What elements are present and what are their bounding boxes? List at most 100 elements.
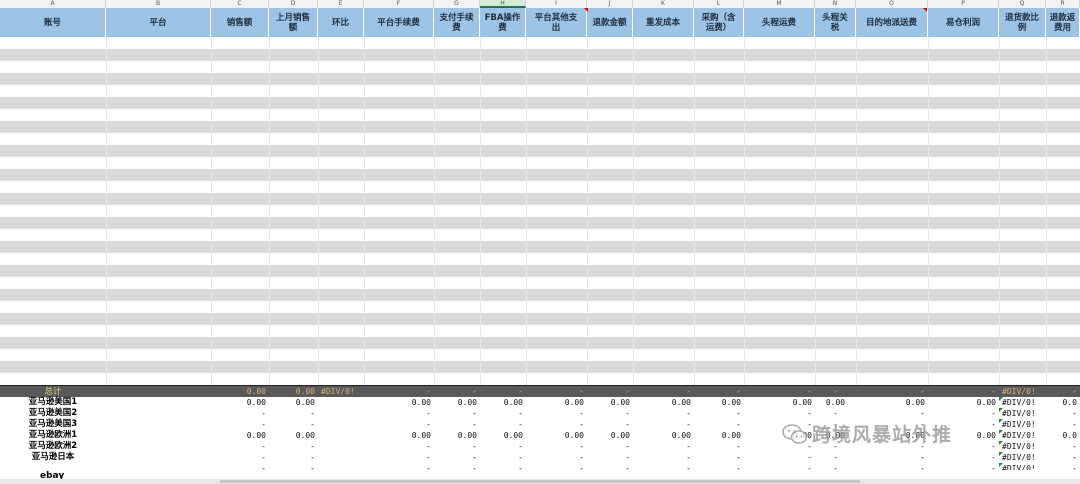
cell-p[interactable]: 0.00: [928, 397, 999, 408]
cell-l[interactable]: 0.00: [694, 397, 744, 408]
cell-d[interactable]: -: [269, 452, 318, 463]
cell-n[interactable]: 0.00: [815, 430, 856, 441]
cell-p[interactable]: -: [928, 452, 999, 463]
column-letter-a[interactable]: A: [0, 0, 106, 8]
cell-c[interactable]: 0.00: [211, 397, 269, 408]
cell-p[interactable]: -: [928, 441, 999, 452]
cell-f[interactable]: -: [364, 441, 434, 452]
column-letter-p[interactable]: P: [928, 0, 999, 8]
cell-o[interactable]: -: [856, 408, 928, 419]
cell-g[interactable]: -: [434, 452, 480, 463]
cell-q[interactable]: #DIV/0!: [999, 419, 1046, 430]
cell-d[interactable]: 0.00: [269, 397, 318, 408]
cell-d[interactable]: -: [269, 419, 318, 430]
cell-i[interactable]: -: [526, 419, 587, 430]
header-cell-a[interactable]: 账号: [0, 8, 106, 37]
horizontal-scrollbar[interactable]: [0, 479, 1080, 484]
cell-n[interactable]: -: [815, 441, 856, 452]
cell-m[interactable]: -: [744, 408, 815, 419]
cell-i[interactable]: -: [526, 408, 587, 419]
cell-b[interactable]: [106, 441, 211, 452]
cell-r[interactable]: 0.0: [1046, 397, 1080, 408]
column-letter-o[interactable]: O: [856, 0, 928, 8]
header-cell-j[interactable]: 退款金额: [587, 8, 633, 37]
column-letter-d[interactable]: D: [269, 0, 318, 8]
cell-i[interactable]: 0.00: [526, 397, 587, 408]
header-cell-k[interactable]: 重发成本: [633, 8, 694, 37]
cell-n[interactable]: -: [815, 419, 856, 430]
header-cell-n[interactable]: 头程关 税: [815, 8, 856, 37]
cell-f[interactable]: 0.00: [364, 430, 434, 441]
header-cell-m[interactable]: 头程运费: [744, 8, 815, 37]
column-letter-b[interactable]: B: [106, 0, 211, 8]
cell-j[interactable]: -: [587, 419, 633, 430]
column-letter-j[interactable]: J: [587, 0, 633, 8]
header-cell-d[interactable]: 上月销售 额: [269, 8, 318, 37]
header-cell-o[interactable]: 目的地派送费: [856, 8, 928, 37]
column-letter-q[interactable]: Q: [999, 0, 1046, 8]
header-cell-l[interactable]: 采购（含 运费）: [694, 8, 744, 37]
cell-o[interactable]: -: [856, 452, 928, 463]
cell-n[interactable]: -: [815, 408, 856, 419]
cell-p[interactable]: -: [928, 419, 999, 430]
column-letter-i[interactable]: I: [526, 0, 587, 8]
cell-c[interactable]: -: [211, 408, 269, 419]
column-letter-k[interactable]: K: [633, 0, 694, 8]
header-cell-r[interactable]: 退款返 费用: [1046, 8, 1080, 37]
cell-o[interactable]: -: [856, 419, 928, 430]
cell-k[interactable]: -: [633, 419, 694, 430]
cell-o[interactable]: -: [856, 441, 928, 452]
cell-p[interactable]: 0.00: [928, 430, 999, 441]
cell-q[interactable]: #DIV/0!: [999, 430, 1046, 441]
cell-r[interactable]: -: [1046, 408, 1080, 419]
cell-d[interactable]: 0.00: [269, 430, 318, 441]
column-letter-m[interactable]: M: [744, 0, 815, 8]
cell-m[interactable]: -: [744, 419, 815, 430]
cell-g[interactable]: 0.00: [434, 430, 480, 441]
cell-j[interactable]: -: [587, 441, 633, 452]
cell-c[interactable]: -: [211, 441, 269, 452]
header-cell-p[interactable]: 易仓利润: [928, 8, 999, 37]
header-cell-c[interactable]: 销售额: [211, 8, 269, 37]
header-cell-e[interactable]: 环比: [318, 8, 364, 37]
cell-l[interactable]: -: [694, 452, 744, 463]
cell-h[interactable]: 0.00: [480, 430, 526, 441]
cell-p[interactable]: -: [928, 408, 999, 419]
cell-f[interactable]: 0.00: [364, 397, 434, 408]
cell-k[interactable]: -: [633, 408, 694, 419]
cell-i[interactable]: 0.00: [526, 430, 587, 441]
cell-q[interactable]: #DIV/0!: [999, 397, 1046, 408]
column-letter-e[interactable]: E: [318, 0, 364, 8]
cell-g[interactable]: -: [434, 419, 480, 430]
cell-g[interactable]: -: [434, 408, 480, 419]
cell-j[interactable]: -: [587, 452, 633, 463]
header-cell-i[interactable]: 平台其他支 出: [526, 8, 587, 37]
cell-e[interactable]: [318, 397, 364, 408]
header-cell-q[interactable]: 退货款比 例: [999, 8, 1046, 37]
cell-o[interactable]: 0.00: [856, 430, 928, 441]
column-letter-h[interactable]: H: [480, 0, 526, 8]
cell-e[interactable]: [318, 452, 364, 463]
cell-l[interactable]: -: [694, 408, 744, 419]
header-cell-h[interactable]: FBA操作 费: [480, 8, 526, 37]
cell-m[interactable]: -: [744, 452, 815, 463]
cell-k[interactable]: 0.00: [633, 430, 694, 441]
cell-d[interactable]: -: [269, 408, 318, 419]
cell-c[interactable]: -: [211, 419, 269, 430]
column-letter-g[interactable]: G: [434, 0, 480, 8]
cell-r[interactable]: -: [1046, 419, 1080, 430]
cell-c[interactable]: -: [211, 452, 269, 463]
scrollbar-thumb[interactable]: [220, 480, 860, 483]
cell-k[interactable]: -: [633, 441, 694, 452]
empty-striped-rows[interactable]: [0, 37, 1080, 385]
cell-e[interactable]: [318, 408, 364, 419]
cell-q[interactable]: #DIV/0!: [999, 441, 1046, 452]
cell-l[interactable]: -: [694, 419, 744, 430]
cell-f[interactable]: -: [364, 419, 434, 430]
cell-f[interactable]: -: [364, 408, 434, 419]
cell-r[interactable]: -: [1046, 441, 1080, 452]
cell-e[interactable]: [318, 430, 364, 441]
cell-m[interactable]: 0.00: [744, 397, 815, 408]
cell-g[interactable]: 0.00: [434, 397, 480, 408]
cell-h[interactable]: 0.00: [480, 397, 526, 408]
